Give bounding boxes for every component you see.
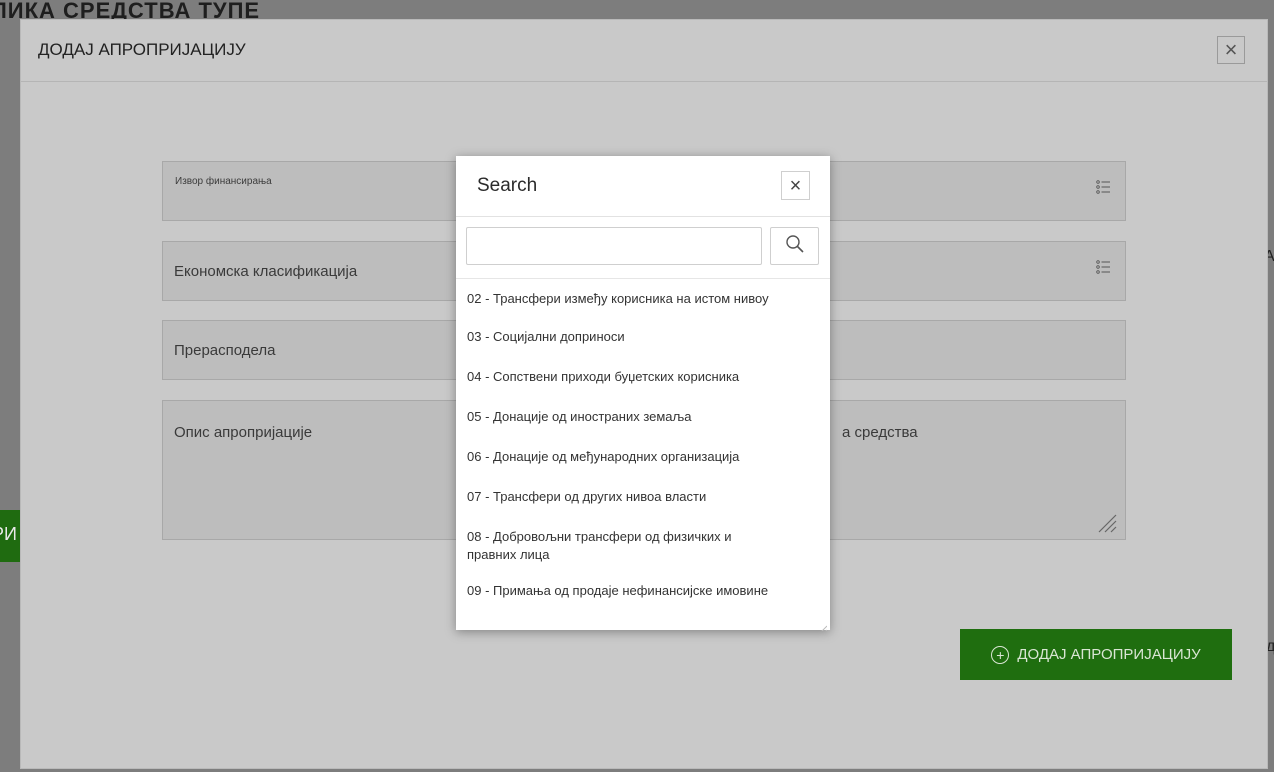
resize-grip-icon[interactable]: [1095, 511, 1117, 533]
reallocation-label: Прерасподела: [174, 342, 276, 359]
search-popup-header: Search ×: [456, 156, 830, 217]
list-icon[interactable]: [1096, 180, 1110, 194]
modal-header: ДОДАЈ АПРОПРИЈАЦИЈУ ×: [21, 20, 1267, 82]
description-right-label: а средства: [842, 424, 918, 441]
search-button[interactable]: [770, 227, 819, 265]
resize-grip-icon[interactable]: [819, 620, 828, 631]
search-input[interactable]: [466, 227, 762, 265]
description-label: Опис апропријације: [174, 424, 313, 441]
search-results-list[interactable]: 02 - Трансфери између корисника на истом…: [456, 278, 830, 631]
search-popup: Search × 02 - Трансфери између корисника…: [456, 156, 830, 631]
economic-classification-label: Економска класификација: [174, 263, 358, 280]
search-result-item[interactable]: 04 - Сопствени приходи буџетских корисни…: [456, 359, 830, 399]
search-result-item[interactable]: 06 - Донације од међународних организаци…: [456, 439, 830, 479]
plus-circle-icon: +: [991, 645, 1010, 664]
search-result-item[interactable]: 09 - Примања од продаје нефинансијске им…: [456, 573, 786, 625]
background-button: РИ: [0, 510, 22, 562]
background-button-label: РИ: [0, 524, 17, 544]
modal-title: ДОДАЈ АПРОПРИЈАЦИЈУ: [38, 40, 246, 59]
add-appropriation-button-label: ДОДАЈ АПРОПРИЈАЦИЈУ: [1017, 646, 1201, 663]
close-icon: ×: [789, 174, 802, 197]
list-icon[interactable]: [1096, 260, 1110, 274]
modal-close-button[interactable]: ×: [1217, 36, 1245, 64]
search-popup-title: Search: [477, 175, 538, 196]
search-result-item[interactable]: 02 - Трансфери између корисника на истом…: [456, 279, 830, 319]
search-result-item[interactable]: 05 - Донације од иностраних земаља: [456, 399, 830, 439]
close-icon: ×: [1224, 37, 1238, 62]
search-popup-close-button[interactable]: ×: [781, 171, 810, 200]
search-result-item[interactable]: 03 - Социјални доприноси: [456, 319, 830, 359]
search-result-item[interactable]: 08 - Добровољни трансфери од физичких и …: [456, 519, 786, 573]
search-icon: [785, 234, 805, 259]
funding-source-label: Извор финансирања: [175, 176, 272, 187]
add-appropriation-button[interactable]: + ДОДАЈ АПРОПРИЈАЦИЈУ: [960, 629, 1232, 680]
search-result-item[interactable]: 07 - Трансфери од других нивоа власти: [456, 479, 830, 519]
